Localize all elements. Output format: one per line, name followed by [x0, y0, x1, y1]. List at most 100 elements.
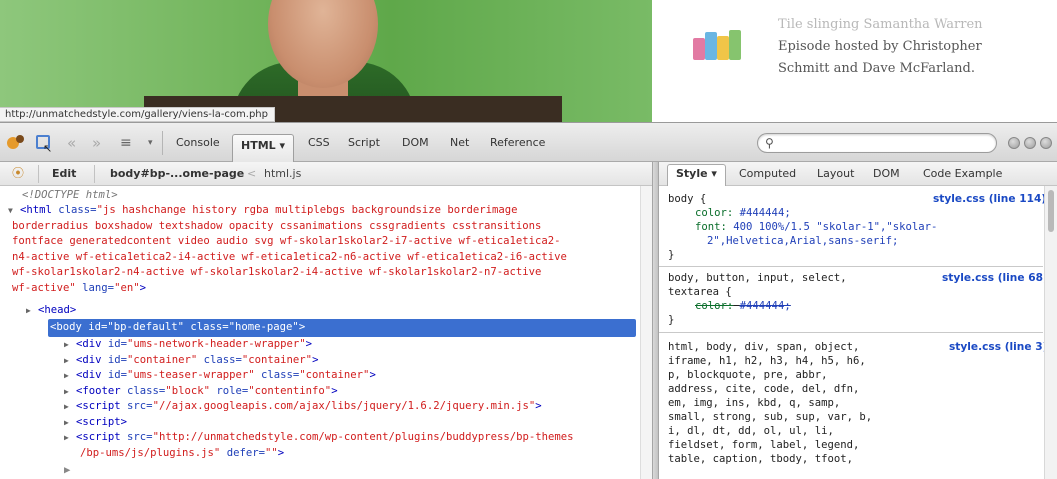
tree-node-body[interactable]: ▼ <body id="bp-default" class="home-page"…: [38, 320, 305, 336]
tree-doctype: <!DOCTYPE html>: [22, 189, 118, 201]
css-declaration[interactable]: color: #444444;: [695, 207, 791, 220]
toolbar-separator: [162, 131, 163, 155]
css-selector: address, cite, code, del, dfn,: [668, 383, 860, 395]
tab-dom[interactable]: DOM: [394, 132, 437, 154]
twisty-expanded-icon[interactable]: ▼: [38, 320, 50, 336]
css-selector: em, img, ins, kbd, q, samp,: [668, 397, 841, 409]
twisty-collapsed-icon[interactable]: ▶: [64, 399, 76, 415]
css-selector: i, dl, dt, dd, ol, ul, li,: [668, 425, 834, 437]
firebug-icon[interactable]: [7, 134, 27, 152]
search-box[interactable]: ⚲: [757, 133, 997, 153]
css-selector: small, strong, sub, sup, var, b,: [668, 411, 873, 423]
close-icon[interactable]: [1040, 137, 1052, 149]
firebug-toolbar: ↖ « » ≡ ▾ Console HTML ▾ CSS Script DOM …: [0, 122, 1057, 163]
rule-separator: [659, 266, 1043, 267]
promo-line: Episode hosted by Christopher: [778, 39, 982, 54]
css-selector[interactable]: body, button, input, select,: [668, 272, 847, 285]
twisty-collapsed-icon[interactable]: ▶: [64, 337, 76, 353]
tree-node-script[interactable]: ▶ <script src="http://unmatchedstyle.com/…: [64, 430, 574, 446]
html-tree: <!DOCTYPE html> ▼ <html class="js hashcha…: [0, 186, 652, 479]
status-bar-url: http://unmatchedstyle.com/gallery/viens-…: [0, 107, 275, 122]
breadcrumb-separator: <: [247, 167, 257, 180]
breadcrumb-html[interactable]: html.js: [264, 166, 301, 182]
css-declaration[interactable]: font: 400 100%/1.5 "skolar-1","skolar-: [695, 221, 937, 234]
subbar-separator: [38, 165, 39, 183]
twisty-collapsed-icon[interactable]: ▶: [64, 384, 76, 400]
style-pane: body { style.css (line 114) color: #4444…: [659, 186, 1057, 479]
css-selector[interactable]: body {: [668, 193, 706, 206]
tab-code-example[interactable]: Code Example: [923, 166, 1002, 186]
css-declaration-overridden[interactable]: color: #444444;: [695, 300, 791, 313]
page-preview: http://unmatchedstyle.com/gallery/viens-…: [0, 0, 1057, 122]
menu-list-icon[interactable]: ≡: [120, 134, 132, 152]
podcast-logo-icon: [693, 30, 743, 60]
twisty-collapsed-icon[interactable]: ▶: [26, 303, 38, 319]
css-selector: table, caption, tbody, tfoot,: [668, 453, 853, 465]
menu-dropdown-icon[interactable]: ▾: [148, 134, 153, 152]
css-declaration-cont: 2",Helvetica,Arial,sans-serif;: [707, 235, 899, 247]
forward-icon[interactable]: »: [92, 134, 101, 152]
tree-text: wf-active" lang="en">: [12, 281, 146, 294]
tab-layout[interactable]: Layout: [817, 166, 854, 186]
css-source-link[interactable]: style.css (line 3): [949, 341, 1047, 354]
tab-reference[interactable]: Reference: [482, 132, 553, 154]
minimize-icon[interactable]: [1008, 137, 1020, 149]
tab-dom-side[interactable]: DOM: [873, 166, 900, 186]
tree-text: /bp-ums/js/plugins.js" defer="">: [80, 446, 285, 459]
twisty-collapsed-icon[interactable]: ▶: [64, 430, 76, 446]
style-scrollbar[interactable]: [1044, 186, 1057, 479]
twisty-expanded-icon[interactable]: ▼: [8, 203, 20, 219]
promo-line: Schmitt and Dave McFarland.: [778, 61, 975, 76]
css-source-link[interactable]: style.css (line 114): [933, 193, 1046, 206]
css-rule-close: }: [668, 314, 675, 326]
tab-computed[interactable]: Computed: [739, 166, 796, 186]
promo-text: Tile slinging Samantha Warren Episode ho…: [778, 14, 983, 80]
search-icon: ⚲: [765, 136, 774, 150]
tree-node-partial: ▶: [64, 464, 71, 476]
rule-separator: [659, 332, 1043, 333]
tab-console[interactable]: Console: [168, 132, 228, 154]
scrollbar-thumb[interactable]: [1048, 190, 1054, 232]
tree-text: n4-active wf-etica1etica2-i4-active wf-e…: [12, 250, 567, 263]
twisty-collapsed-icon[interactable]: ▶: [64, 415, 76, 431]
twisty-collapsed-icon[interactable]: ▶: [64, 368, 76, 384]
tab-script[interactable]: Script: [340, 132, 388, 154]
search-input[interactable]: [780, 136, 980, 150]
tree-node-div[interactable]: ▶ <div id="ums-network-header-wrapper">: [64, 337, 312, 353]
tree-text: borderradius boxshadow textshadow opacit…: [12, 219, 542, 232]
inspect-element-icon[interactable]: ↖: [36, 134, 54, 155]
detach-icon[interactable]: [1024, 137, 1036, 149]
tab-css[interactable]: CSS: [300, 132, 338, 154]
css-rule-close: }: [668, 249, 675, 261]
tree-node-div[interactable]: ▶ <div id="container" class="container">: [64, 353, 318, 369]
tree-text: fontface generatedcontent video audio sv…: [12, 235, 561, 247]
breakpoint-icon[interactable]: ⦿: [12, 165, 24, 181]
twisty-collapsed-icon[interactable]: ▶: [64, 353, 76, 369]
tree-node-script[interactable]: ▶ <script>: [64, 415, 127, 431]
tree-node-head[interactable]: ▶ <head>: [26, 303, 76, 319]
promo-line: Tile slinging Samantha Warren: [778, 17, 983, 32]
css-selector[interactable]: textarea {: [668, 286, 732, 299]
css-selector: fieldset, form, label, legend,: [668, 439, 860, 451]
tree-node-footer[interactable]: ▶ <footer class="block" role="contentinfo…: [64, 384, 338, 400]
tree-node-html[interactable]: ▼ <html class="js hashchange history rgba…: [8, 203, 518, 219]
hero-photo: [0, 0, 652, 122]
css-source-link[interactable]: style.css (line 68): [942, 272, 1048, 285]
tab-html[interactable]: HTML ▾: [232, 134, 295, 163]
css-selector: iframe, h1, h2, h3, h4, h5, h6,: [668, 355, 866, 367]
edit-button[interactable]: Edit: [52, 166, 76, 182]
html-panel-subbar: ⦿ Edit body#bp-...ome-page < html.js: [0, 162, 652, 186]
breadcrumb-body[interactable]: body#bp-...ome-page: [110, 166, 244, 182]
tree-text: wf-skolar1skolar2-n4-active wf-skolar1sk…: [12, 266, 542, 278]
css-selector[interactable]: html, body, div, span, object,: [668, 341, 859, 354]
back-icon[interactable]: «: [67, 134, 76, 152]
subbar-separator: [94, 165, 95, 183]
tab-net[interactable]: Net: [442, 132, 477, 154]
side-panel-tabs: Style ▾ Computed Layout DOM Code Example: [659, 162, 1057, 187]
css-selector: p, blockquote, pre, abbr,: [668, 369, 828, 381]
tree-node-div[interactable]: ▶ <div id="ums-teaser-wrapper" class="con…: [64, 368, 376, 384]
tab-style[interactable]: Style ▾: [667, 164, 726, 187]
panel-splitter[interactable]: [652, 162, 659, 479]
tree-scrollbar[interactable]: [640, 186, 652, 479]
tree-node-script[interactable]: ▶ <script src="//ajax.googleapis.com/ajax…: [64, 399, 542, 415]
